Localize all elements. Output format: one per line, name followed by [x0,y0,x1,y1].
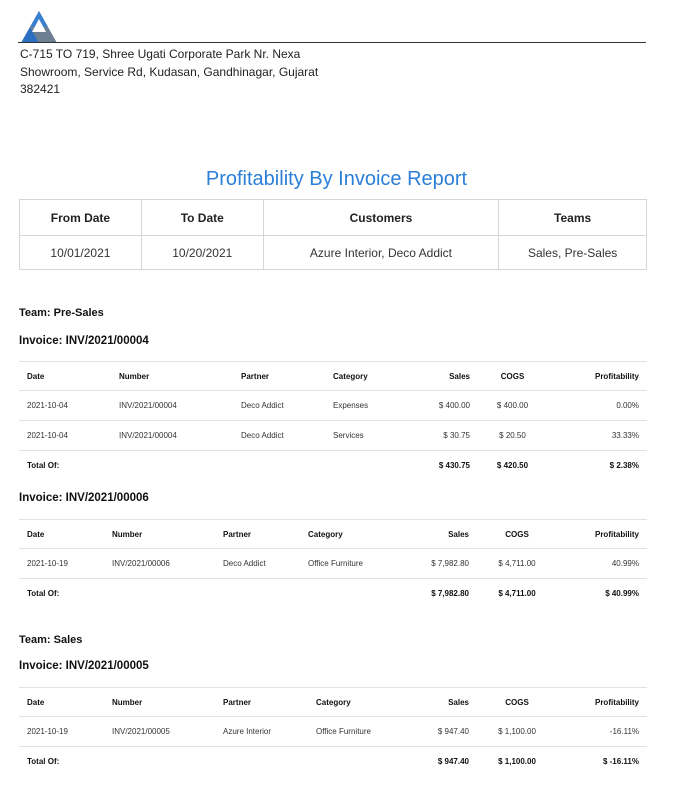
cell-sales: $ 7,982.80 [410,548,477,579]
col-profitability: Profitability [557,687,647,717]
cell-sales: $ 30.75 [423,420,478,451]
address-line: C-715 TO 719, Shree Ugati Corporate Park… [20,47,301,61]
total-label: Total Of: [27,461,60,471]
team-title: Team: Pre-Sales [19,307,104,319]
col-sales: Sales [410,519,477,549]
col-profitability: Profitability [557,519,647,549]
total-label: Total Of: [27,757,60,767]
total-row: Total Of: $ 947.40 $ 1,100.00 $ -16.11% [19,747,647,777]
summary-header-customers: Customers [262,199,500,236]
total-cogs: $ 1,100.00 [498,757,536,767]
col-date: Date [19,687,104,717]
summary-customers: Azure Interior, Deco Addict [262,235,500,270]
cell-number: INV/2021/00006 [104,548,215,579]
col-number: Number [104,687,215,717]
summary-to-date: 10/20/2021 [140,235,264,270]
total-row: Total Of: $ 430.75 $ 420.50 $ 2.38% [19,451,647,481]
report-title: Profitability By Invoice Report [205,168,468,190]
cell-partner: Azure Interior [215,716,308,747]
cell-sales: $ 947.40 [410,716,477,747]
col-number: Number [111,361,233,391]
table-header-row: Date Number Partner Category Sales COGS … [19,519,647,549]
invoice-table: Date Number Partner Category Sales COGS … [19,361,647,481]
col-partner: Partner [215,687,308,717]
cell-category: Office Furniture [300,548,410,579]
cell-cogs: $ 400.00 [478,390,547,421]
cell-profitability: 40.99% [557,548,647,579]
summary-header-from-date: From Date [19,199,142,236]
col-partner: Partner [215,519,300,549]
cell-date: 2021-10-04 [19,420,111,451]
cell-partner: Deco Addict [215,548,300,579]
total-cogs: $ 420.50 [496,461,529,471]
total-profitability: $ 40.99% [605,589,639,599]
table-row: 2021-10-04 INV/2021/00004 Deco Addict Ex… [19,390,647,421]
table-row: 2021-10-04 INV/2021/00004 Deco Addict Se… [19,420,647,451]
cell-number: INV/2021/00005 [104,716,215,747]
col-category: Category [300,519,410,549]
summary-header-to-date: To Date [140,199,264,236]
summary-header-row: From Date To Date Customers Teams [19,199,647,236]
summary-from-date: 10/01/2021 [19,235,142,270]
table-header-row: Date Number Partner Category Sales COGS … [19,687,647,717]
table-row: 2021-10-19 INV/2021/00006 Deco Addict Of… [19,548,647,579]
invoice-table: Date Number Partner Category Sales COGS … [19,519,647,609]
cell-partner: Deco Addict [233,390,325,421]
col-date: Date [19,361,111,391]
cell-partner: Deco Addict [233,420,325,451]
col-category: Category [308,687,410,717]
cell-date: 2021-10-19 [19,716,104,747]
col-cogs: COGS [477,519,557,549]
filter-summary-table: From Date To Date Customers Teams 10/01/… [19,199,647,270]
total-profitability: $ -16.11% [602,757,639,767]
total-cogs: $ 4,711.00 [498,589,536,599]
col-sales: Sales [423,361,478,391]
total-profitability: $ 2.38% [609,461,639,471]
invoice-title: Invoice: INV/2021/00005 [19,660,149,672]
company-address: C-715 TO 719, Shree Ugati Corporate Park… [20,46,320,99]
summary-value-row: 10/01/2021 10/20/2021 Azure Interior, De… [19,235,647,270]
total-sales: $ 947.40 [437,757,469,767]
header-divider [18,42,646,43]
total-row: Total Of: $ 7,982.80 $ 4,711.00 $ 40.99% [19,579,647,609]
summary-teams: Sales, Pre-Sales [498,235,647,270]
table-header-row: Date Number Partner Category Sales COGS … [19,361,647,391]
invoice-title: Invoice: INV/2021/00006 [19,492,149,504]
cell-profitability: -16.11% [557,716,647,747]
triangle-logo-icon [21,11,57,43]
col-date: Date [19,519,104,549]
cell-profitability: 0.00% [547,390,647,421]
cell-cogs: $ 1,100.00 [477,716,557,747]
cell-number: INV/2021/00004 [111,420,233,451]
cell-sales: $ 400.00 [423,390,478,421]
col-profitability: Profitability [547,361,647,391]
cell-date: 2021-10-19 [19,548,104,579]
cell-cogs: $ 4,711.00 [477,548,557,579]
invoice-title: Invoice: INV/2021/00004 [19,335,149,347]
summary-header-teams: Teams [498,199,647,236]
cell-category: Office Furniture [308,716,410,747]
total-label: Total Of: [27,589,60,599]
col-sales: Sales [410,687,477,717]
address-line: Showroom, Service Rd, Kudasan, Gandhinag… [20,64,319,79]
address-line: 382421 [20,82,61,96]
col-cogs: COGS [477,687,557,717]
invoice-table: Date Number Partner Category Sales COGS … [19,687,647,777]
col-partner: Partner [233,361,325,391]
cell-category: Services [325,420,423,451]
total-sales: $ 430.75 [438,461,470,471]
cell-category: Expenses [325,390,423,421]
team-title: Team: Sales [19,634,83,646]
cell-number: INV/2021/00004 [111,390,233,421]
col-cogs: COGS [478,361,547,391]
total-sales: $ 7,982.80 [431,589,469,599]
cell-profitability: 33.33% [547,420,647,451]
col-category: Category [325,361,423,391]
cell-cogs: $ 20.50 [478,420,547,451]
col-number: Number [104,519,215,549]
table-row: 2021-10-19 INV/2021/00005 Azure Interior… [19,716,647,747]
cell-date: 2021-10-04 [19,390,111,421]
